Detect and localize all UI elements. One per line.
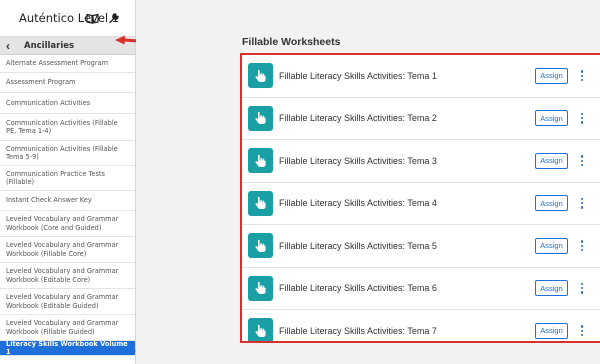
ancillaries-list: Alternate Assessment Program Assessment P… — [0, 55, 135, 356]
wrench-icon[interactable] — [107, 11, 121, 25]
assign-button[interactable]: Assign — [535, 322, 568, 339]
more-options-icon[interactable] — [578, 68, 586, 84]
main-panel: Fillable Worksheets Fillable Literacy Sk… — [206, 0, 600, 364]
hand-pointer-icon[interactable] — [248, 190, 273, 216]
assign-button[interactable]: Assign — [535, 110, 568, 127]
assign-button[interactable]: Assign — [535, 67, 568, 84]
page: Auténtico Level 1 ‹ Ancillaries Alternat… — [0, 0, 600, 364]
worksheet-row[interactable]: Fillable Literacy Skills Activities: Tem… — [242, 183, 600, 225]
worksheet-title[interactable]: Fillable Literacy Skills Activities: Tem… — [279, 326, 437, 336]
sidebar-item[interactable]: Communication Activities (Fillable Tema … — [0, 141, 135, 166]
worksheet-row[interactable]: Fillable Literacy Skills Activities: Tem… — [242, 225, 600, 268]
chevron-left-icon: ‹ — [6, 38, 10, 53]
assign-button[interactable]: Assign — [535, 195, 568, 212]
worksheet-list: Fillable Literacy Skills Activities: Tem… — [240, 53, 600, 343]
back-label: Ancillaries — [24, 40, 75, 51]
sidebar-item[interactable]: Communication Activities — [0, 93, 135, 114]
sidebar-item[interactable]: Communication Activities (Fillable PE, T… — [0, 114, 135, 141]
more-options-icon[interactable] — [578, 280, 586, 296]
hand-pointer-icon[interactable] — [248, 105, 273, 131]
section-title: Fillable Worksheets — [242, 36, 341, 48]
more-options-icon[interactable] — [578, 238, 586, 254]
worksheet-row[interactable]: Fillable Literacy Skills Activities: Tem… — [242, 268, 600, 310]
more-options-icon[interactable] — [578, 153, 586, 169]
assign-button[interactable]: Assign — [535, 237, 568, 254]
hand-pointer-icon[interactable] — [248, 63, 273, 89]
sidebar-item[interactable]: Communication Practice Tests (Fillable) — [0, 166, 135, 191]
more-options-icon[interactable] — [578, 195, 586, 211]
worksheet-title[interactable]: Fillable Literacy Skills Activities: Tem… — [279, 113, 437, 123]
more-options-icon[interactable] — [578, 110, 586, 126]
worksheet-title[interactable]: Fillable Literacy Skills Activities: Tem… — [279, 156, 437, 166]
hand-pointer-icon[interactable] — [248, 148, 273, 174]
hand-pointer-icon[interactable] — [248, 233, 273, 259]
assign-button[interactable]: Assign — [535, 280, 568, 297]
sidebar-item[interactable]: Instant Check Answer Key — [0, 191, 135, 211]
sidebar-item[interactable]: Literacy Skills Workbook Volume 1 — [0, 340, 135, 356]
content-gutter — [136, 0, 206, 364]
hand-pointer-icon[interactable] — [248, 318, 273, 341]
sidebar-header-icons — [85, 11, 121, 25]
hand-pointer-icon[interactable] — [248, 275, 273, 301]
sidebar-item[interactable]: Leveled Vocabulary and Grammar Workbook … — [0, 289, 135, 315]
worksheet-row[interactable]: Fillable Literacy Skills Activities: Tem… — [242, 140, 600, 183]
sidebar-item[interactable]: Leveled Vocabulary and Grammar Workbook … — [0, 211, 135, 237]
more-options-icon[interactable] — [578, 323, 586, 339]
assign-button[interactable]: Assign — [535, 152, 568, 169]
worksheet-row[interactable]: Fillable Literacy Skills Activities: Tem… — [242, 310, 600, 341]
worksheet-row[interactable]: Fillable Literacy Skills Activities: Tem… — [242, 55, 600, 98]
sidebar-item[interactable]: Assessment Program — [0, 73, 135, 93]
worksheet-row[interactable]: Fillable Literacy Skills Activities: Tem… — [242, 98, 600, 140]
sidebar-item[interactable]: Leveled Vocabulary and Grammar Workbook … — [0, 237, 135, 263]
worksheet-title[interactable]: Fillable Literacy Skills Activities: Tem… — [279, 283, 437, 293]
sidebar-item[interactable]: Alternate Assessment Program — [0, 55, 135, 73]
worksheet-title[interactable]: Fillable Literacy Skills Activities: Tem… — [279, 241, 437, 251]
book-icon[interactable] — [85, 11, 99, 25]
worksheet-title[interactable]: Fillable Literacy Skills Activities: Tem… — [279, 71, 437, 81]
sidebar: Auténtico Level 1 ‹ Ancillaries Alternat… — [0, 0, 136, 364]
sidebar-item[interactable]: Leveled Vocabulary and Grammar Workbook … — [0, 263, 135, 289]
worksheet-title[interactable]: Fillable Literacy Skills Activities: Tem… — [279, 198, 437, 208]
sidebar-item[interactable]: Leveled Vocabulary and Grammar Workbook … — [0, 315, 135, 341]
